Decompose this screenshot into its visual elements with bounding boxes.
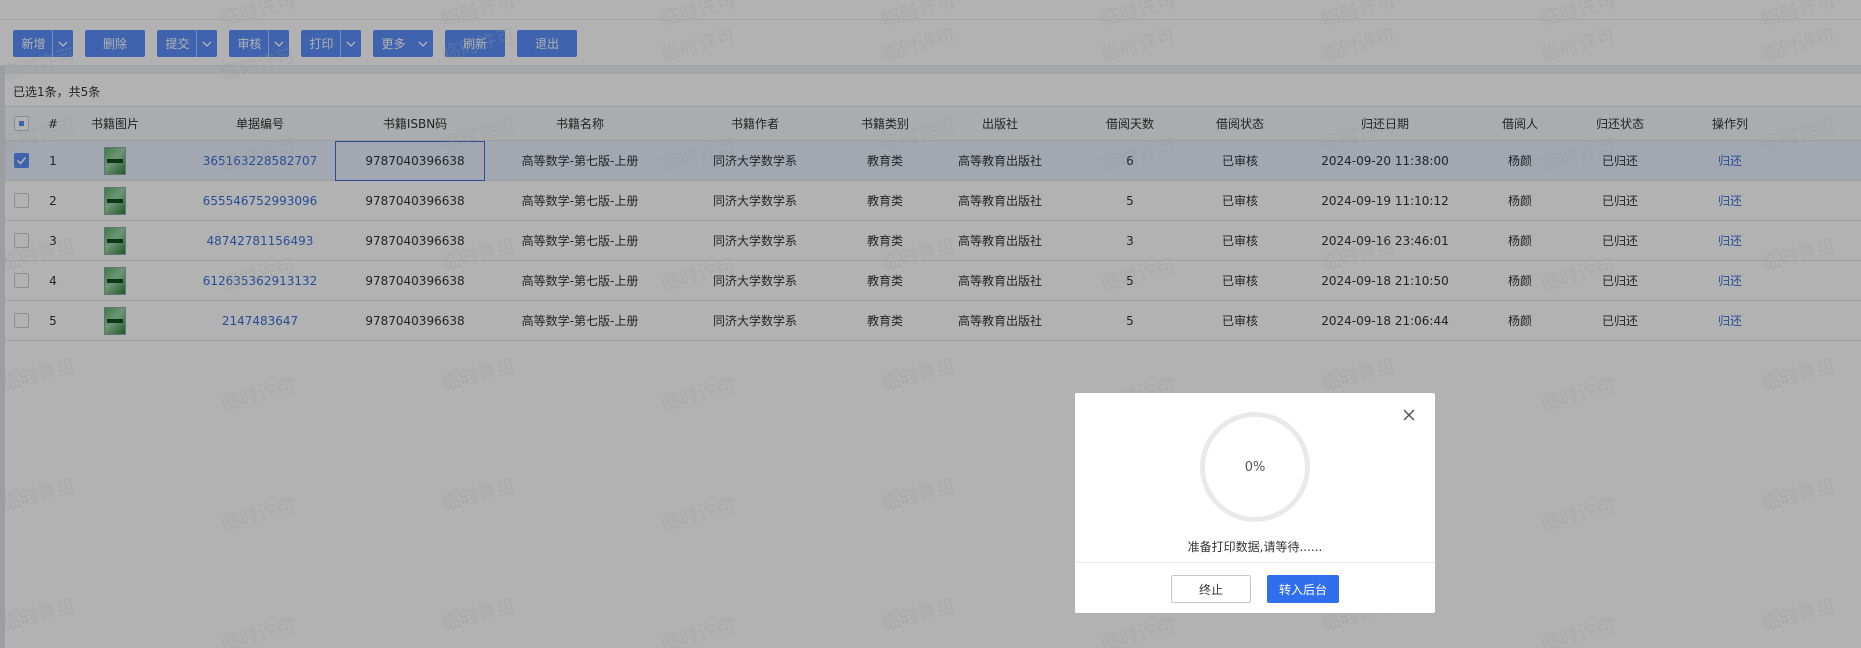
watermark-text: 临时许可 <box>218 254 298 296</box>
watermark-text: 临时许可 <box>438 594 518 636</box>
watermark-text: 临时许可 <box>1758 234 1838 276</box>
watermark-text: 临时许可 <box>1758 474 1838 516</box>
watermark-text: 临时许可 <box>1098 0 1178 31</box>
watermark-text: 临时许可 <box>218 0 298 31</box>
watermark-text: 临时许可 <box>878 594 958 636</box>
watermark-text: 临时许可 <box>0 44 78 86</box>
watermark-text: 临时许可 <box>1538 494 1618 536</box>
watermark-text: 临时许可 <box>1538 374 1618 416</box>
watermark-text: 临时许可 <box>1318 114 1398 156</box>
watermark-text: 临时许可 <box>1318 0 1398 31</box>
watermark-text: 临时许可 <box>658 614 738 648</box>
watermark-text: 临时许可 <box>878 474 958 516</box>
watermark-text: 临时许可 <box>658 494 738 536</box>
watermark-text: 临时许可 <box>1758 354 1838 396</box>
watermark-text: 临时许可 <box>218 44 298 86</box>
watermark-text: 临时许可 <box>1538 614 1618 648</box>
watermark-text: 临时许可 <box>658 134 738 176</box>
stop-button[interactable]: 终止 <box>1171 575 1251 603</box>
watermark-text: 临时许可 <box>658 374 738 416</box>
print-progress-dialog: 0% 准备打印数据,请等待...... 终止 转入后台 <box>1075 393 1435 613</box>
watermark-text: 临时许可 <box>0 474 78 516</box>
progress-message: 准备打印数据,请等待...... <box>1187 540 1323 554</box>
watermark-text: 临时许可 <box>1318 354 1398 396</box>
watermark-text: 临时许可 <box>438 354 518 396</box>
watermark-text: 临时许可 <box>1538 254 1618 296</box>
run-in-background-button[interactable]: 转入后台 <box>1267 575 1339 603</box>
watermark-text: 临时许可 <box>878 354 958 396</box>
watermark-text: 临时许可 <box>1098 614 1178 648</box>
watermark-text: 临时许可 <box>658 254 738 296</box>
watermark-text: 临时许可 <box>218 374 298 416</box>
watermark-text: 临时许可 <box>0 114 78 156</box>
watermark-text: 临时许可 <box>1538 134 1618 176</box>
watermark-text: 临时许可 <box>0 354 78 396</box>
watermark-text: 临时许可 <box>1758 0 1838 31</box>
watermark-text: 临时许可 <box>1758 24 1838 66</box>
progress-label: 0% <box>1244 459 1266 475</box>
watermark-text: 临时许可 <box>218 614 298 648</box>
watermark-text: 临时许可 <box>1538 0 1618 31</box>
watermark-text: 临时许可 <box>438 0 518 31</box>
watermark-text: 临时许可 <box>878 0 958 31</box>
progress-ring: 0% <box>1200 412 1310 522</box>
watermark-text: 临时许可 <box>0 594 78 636</box>
watermark-text: 临时许可 <box>878 24 958 66</box>
watermark-text: 临时许可 <box>438 114 518 156</box>
watermark-text: 临时许可 <box>218 494 298 536</box>
watermark-text: 临时许可 <box>1318 24 1398 66</box>
watermark-text: 临时许可 <box>0 234 78 276</box>
dialog-divider <box>1075 562 1435 563</box>
watermark-text: 临时许可 <box>438 24 518 66</box>
watermark-text: 临时许可 <box>1758 114 1838 156</box>
watermark-text: 临时许可 <box>1098 24 1178 66</box>
watermark-text: 临时许可 <box>878 234 958 276</box>
watermark-text: 临时许可 <box>658 24 738 66</box>
watermark-text: 临时许可 <box>1758 594 1838 636</box>
watermark-text: 临时许可 <box>218 134 298 176</box>
watermark-text: 临时许可 <box>1318 234 1398 276</box>
watermark-text: 临时许可 <box>438 474 518 516</box>
watermark-text: 临时许可 <box>1098 254 1178 296</box>
watermark-text: 临时许可 <box>658 0 738 31</box>
close-icon[interactable] <box>1401 407 1417 423</box>
watermark-text: 临时许可 <box>878 114 958 156</box>
watermark-text: 临时许可 <box>438 234 518 276</box>
modal-overlay: 临时许可 临时许可 临时许可 临时许可 临时许可 临时许可 临时许可 临时许可 临时许可 临时许可… <box>0 0 1861 648</box>
watermark-text: 临时许可 <box>1538 24 1618 66</box>
watermark-text: 临时许可 <box>1098 134 1178 176</box>
